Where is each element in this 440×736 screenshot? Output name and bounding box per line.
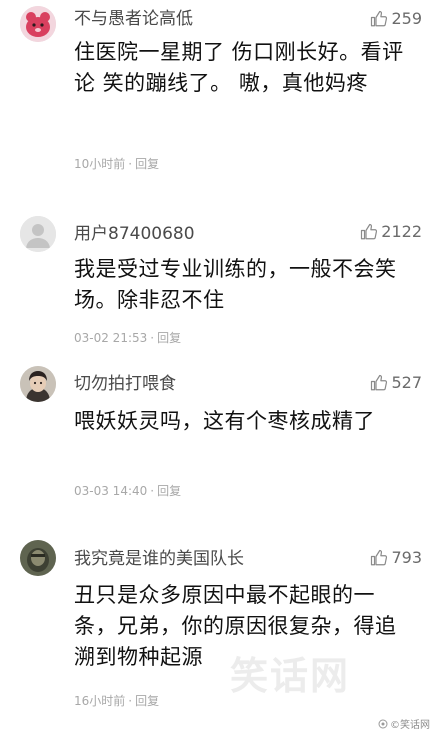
separator-dot: · xyxy=(128,157,133,171)
comment-time: 16小时前 xyxy=(74,694,126,708)
avatar[interactable] xyxy=(20,540,56,576)
username[interactable]: 不与愚者论高低 xyxy=(74,9,193,29)
portrait-avatar-icon xyxy=(20,366,56,402)
like-button[interactable]: 2122 xyxy=(360,222,422,242)
comment-meta: 10小时前 · 回复 xyxy=(74,157,159,171)
reply-link[interactable]: 回复 xyxy=(135,694,159,708)
like-count: 793 xyxy=(391,548,422,567)
avatar[interactable] xyxy=(20,366,56,402)
watermark: 笑话网 xyxy=(230,654,351,698)
like-count: 2122 xyxy=(381,222,422,241)
comment-text: 我是受过专业训练的，一般不会笑场。除非忍不住 xyxy=(74,257,397,312)
like-count: 259 xyxy=(391,9,422,28)
source-credit: ©笑话网 xyxy=(378,716,430,731)
reply-link[interactable]: 回复 xyxy=(157,331,181,345)
thumbs-up-icon xyxy=(371,549,388,566)
username[interactable]: 我究竟是谁的美国队长 xyxy=(74,549,244,569)
avatar[interactable] xyxy=(20,216,56,252)
reply-link[interactable]: 回复 xyxy=(157,484,181,498)
comment-list: 不与愚者论高低 259 住医院一星期了 伤口刚长好。看评论 笑的蹦线了。 嗷，真… xyxy=(0,0,440,736)
dark-photo-avatar-icon xyxy=(20,540,56,576)
default-user-icon xyxy=(20,216,56,252)
comment-meta: 03-03 14:40 · 回复 xyxy=(74,484,181,498)
pink-bear-avatar-icon xyxy=(20,6,56,42)
comment-time: 10小时前 xyxy=(74,157,126,171)
comment-text: 住医院一星期了 伤口刚长好。看评论 笑的蹦线了。 嗷，真他妈疼 xyxy=(74,40,404,95)
comment-text: 喂妖妖灵吗，这有个枣核成精了 xyxy=(74,409,375,433)
thumbs-up-icon xyxy=(371,374,388,391)
reply-link[interactable]: 回复 xyxy=(135,157,159,171)
weibo-icon xyxy=(378,719,388,728)
thumbs-up-icon xyxy=(361,223,378,240)
like-button[interactable]: 527 xyxy=(370,373,422,393)
comment-meta: 03-02 21:53 · 回复 xyxy=(74,331,181,345)
username[interactable]: 切勿拍打喂食 xyxy=(74,374,176,394)
separator-dot: · xyxy=(150,331,155,345)
thumbs-up-icon xyxy=(371,10,388,27)
avatar[interactable] xyxy=(20,6,56,42)
like-button[interactable]: 793 xyxy=(370,548,422,568)
like-count: 527 xyxy=(391,373,422,392)
like-button[interactable]: 259 xyxy=(370,9,422,29)
comment-time: 03-03 14:40 xyxy=(74,484,148,498)
separator-dot: · xyxy=(150,484,155,498)
username[interactable]: 用户87400680 xyxy=(74,224,195,244)
comment-time: 03-02 21:53 xyxy=(74,331,148,345)
source-text: ©笑话网 xyxy=(390,720,430,731)
separator-dot: · xyxy=(128,694,133,708)
comment-meta: 16小时前 · 回复 xyxy=(74,694,159,708)
